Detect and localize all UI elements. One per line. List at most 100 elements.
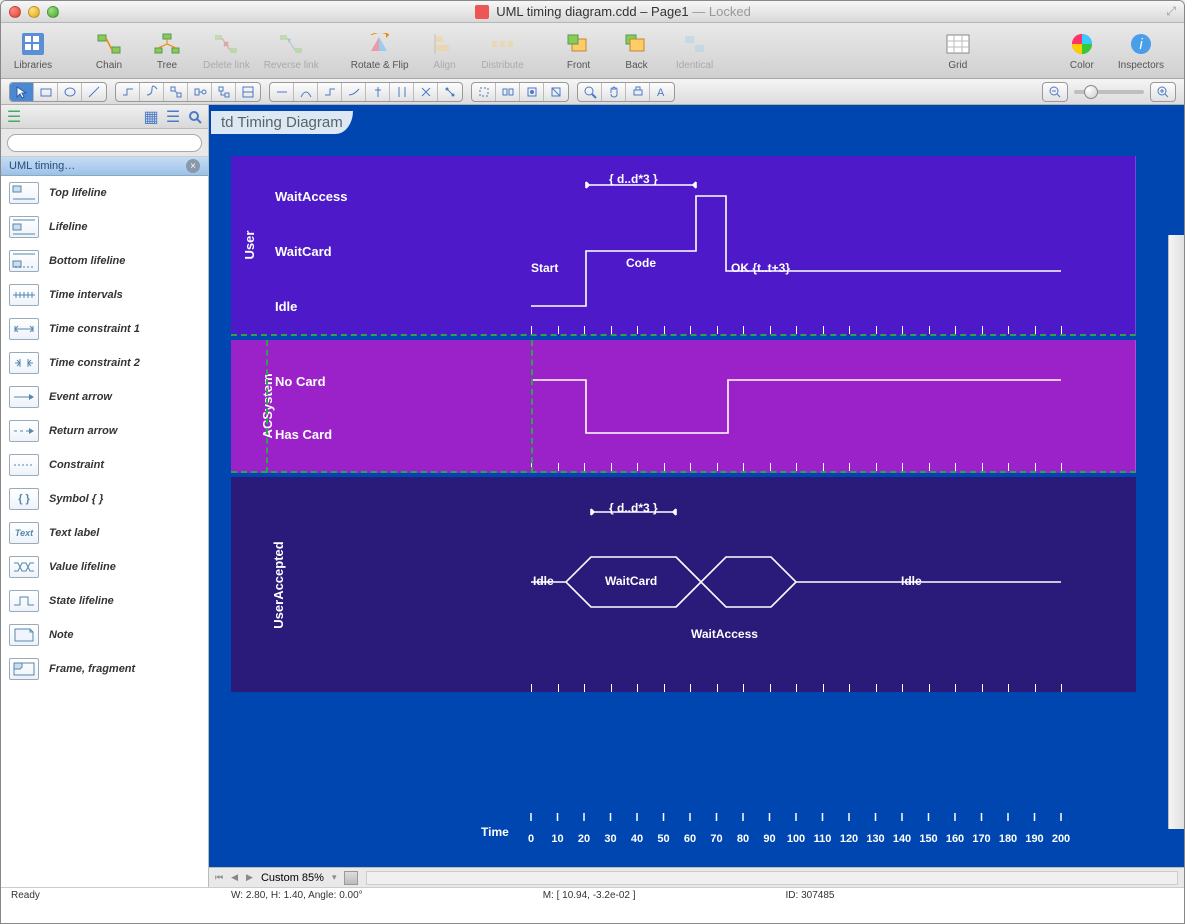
- connector-5[interactable]: [212, 83, 236, 101]
- grid-view-icon[interactable]: ▦: [144, 110, 158, 124]
- shape-list: Top lifeline Lifeline Bottom lifeline Ti…: [1, 176, 208, 887]
- scroll-thumb-h[interactable]: [344, 871, 358, 885]
- constraint-ua: { d..d*3 }: [609, 501, 658, 515]
- inspectors-button[interactable]: i Inspectors: [1118, 30, 1164, 71]
- app-window: UML timing diagram.cdd – Page1 — Locked …: [0, 0, 1185, 924]
- arrow-8[interactable]: [438, 83, 462, 101]
- lifeline-user[interactable]: User WaitAccess WaitCard Idle { d..d*3 }…: [231, 156, 1136, 336]
- shape-time-constraint-2[interactable]: Time constraint 2: [1, 346, 208, 380]
- connector-tools-group: [115, 82, 261, 102]
- arrow-6[interactable]: [390, 83, 414, 101]
- libraries-button[interactable]: Libraries: [11, 30, 55, 71]
- pointer-tool[interactable]: [10, 83, 34, 101]
- lifeline-acsystem[interactable]: ACSystem No Card Has Card: [231, 340, 1136, 473]
- distribute-button[interactable]: Distribute: [481, 30, 525, 71]
- connector-6[interactable]: [236, 83, 260, 101]
- arrow-2[interactable]: [294, 83, 318, 101]
- shape-return-arrow[interactable]: Return arrow: [1, 414, 208, 448]
- time-axis-label: Time: [481, 825, 509, 839]
- shape-time-constraint-1[interactable]: Time constraint 1: [1, 312, 208, 346]
- close-library-icon[interactable]: ×: [186, 159, 200, 173]
- shape-constraint[interactable]: Constraint: [1, 448, 208, 482]
- align-icon: [432, 33, 458, 55]
- scroll-track-h[interactable]: [366, 871, 1178, 885]
- shape-event-arrow[interactable]: Event arrow: [1, 380, 208, 414]
- delete-link-button[interactable]: Delete link: [203, 30, 250, 71]
- print-tool[interactable]: [626, 83, 650, 101]
- zoom-in-icon: [1156, 85, 1170, 99]
- rotate-flip-icon: [367, 33, 393, 55]
- search-input[interactable]: [7, 134, 202, 152]
- value-waitaccess: WaitAccess: [691, 627, 758, 641]
- pan-tool[interactable]: [602, 83, 626, 101]
- color-icon: [1070, 32, 1094, 56]
- connector-2[interactable]: [140, 83, 164, 101]
- front-button[interactable]: Front: [557, 30, 601, 71]
- shape-frame[interactable]: Frame, fragment: [1, 652, 208, 686]
- shape-top-lifeline[interactable]: Top lifeline: [1, 176, 208, 210]
- shape-time-intervals[interactable]: Time intervals: [1, 278, 208, 312]
- status-dimensions: W: 2.80, H: 1.40, Angle: 0.00°: [231, 890, 363, 901]
- zoom-slider[interactable]: [1074, 90, 1144, 94]
- minimize-window-button[interactable]: [28, 6, 40, 18]
- list-view-icon[interactable]: ☰: [166, 110, 180, 124]
- search-toggle-icon[interactable]: [188, 110, 202, 124]
- color-button[interactable]: Color: [1060, 30, 1104, 71]
- arrow-4[interactable]: [342, 83, 366, 101]
- library-title-bar[interactable]: UML timing… ×: [1, 157, 208, 176]
- shape-value-lifeline[interactable]: Value lifeline: [1, 550, 208, 584]
- diagram-canvas[interactable]: td Timing Diagram User WaitAccess WaitCa…: [209, 105, 1184, 867]
- snap-1[interactable]: [472, 83, 496, 101]
- shape-symbol[interactable]: { }Symbol { }: [1, 482, 208, 516]
- slider-thumb[interactable]: [1084, 85, 1098, 99]
- connector-4[interactable]: [188, 83, 212, 101]
- zoom-window-button[interactable]: [47, 6, 59, 18]
- vertical-scrollbar[interactable]: [1168, 235, 1184, 829]
- shape-note[interactable]: Note: [1, 618, 208, 652]
- zoom-tool[interactable]: [578, 83, 602, 101]
- rotate-flip-button[interactable]: Rotate & Flip: [351, 30, 409, 71]
- arrow-7[interactable]: [414, 83, 438, 101]
- selection-dash-right: [531, 340, 533, 473]
- fullscreen-icon[interactable]: ⤢: [1166, 4, 1176, 19]
- snap-4[interactable]: [544, 83, 568, 101]
- axis-ticks-svg: [521, 813, 1081, 825]
- tree-button[interactable]: Tree: [145, 30, 189, 71]
- shape-lifeline[interactable]: Lifeline: [1, 210, 208, 244]
- connector-1[interactable]: [116, 83, 140, 101]
- shape-text-label[interactable]: TextText label: [1, 516, 208, 550]
- chain-button[interactable]: Chain: [87, 30, 131, 71]
- zoom-out-button[interactable]: [1043, 83, 1067, 101]
- arrow-3[interactable]: [318, 83, 342, 101]
- arrow-1[interactable]: [270, 83, 294, 101]
- snap-3[interactable]: [520, 83, 544, 101]
- status-id: ID: 307485: [786, 890, 835, 901]
- line-tool[interactable]: [82, 83, 106, 101]
- identical-button[interactable]: Identical: [673, 30, 717, 71]
- spell-tool[interactable]: A: [650, 83, 674, 101]
- outline-view-icon[interactable]: ☰: [7, 110, 21, 124]
- shape-bottom-lifeline[interactable]: Bottom lifeline: [1, 244, 208, 278]
- status-ready: Ready: [11, 890, 181, 901]
- zoom-dropdown-icon[interactable]: ▾: [332, 872, 337, 883]
- back-button[interactable]: Back: [615, 30, 659, 71]
- page-nav-next[interactable]: ▶: [246, 872, 253, 883]
- rect-tool[interactable]: [34, 83, 58, 101]
- select-tools-group: [9, 82, 107, 102]
- lifeline-useraccepted[interactable]: UserAccepted { d..d*3 } Idle WaitCard Wa…: [231, 477, 1136, 692]
- acsystem-waveform: [231, 340, 1135, 471]
- grid-button[interactable]: Grid: [936, 30, 980, 71]
- page-nav-prev[interactable]: ◀: [231, 872, 238, 883]
- snap-2[interactable]: [496, 83, 520, 101]
- connector-3[interactable]: [164, 83, 188, 101]
- shape-state-lifeline[interactable]: State lifeline: [1, 584, 208, 618]
- arrow-5[interactable]: [366, 83, 390, 101]
- align-button[interactable]: Align: [423, 30, 467, 71]
- zoom-label[interactable]: Custom 85%: [261, 872, 324, 884]
- close-window-button[interactable]: [9, 6, 21, 18]
- zoom-in-button[interactable]: [1151, 83, 1175, 101]
- page-nav-first[interactable]: ⏮: [215, 872, 223, 883]
- user-ticks: [531, 324, 1135, 334]
- ellipse-tool[interactable]: [58, 83, 82, 101]
- reverse-link-button[interactable]: Reverse link: [264, 30, 319, 71]
